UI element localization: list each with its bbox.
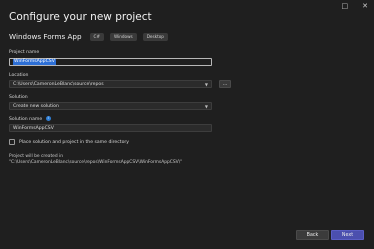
window-controls: □ ✕ (342, 3, 369, 10)
solution-dropdown[interactable]: Create new solution ▼ (9, 102, 212, 110)
location-value: C:\Users\CameronLeBlanc\source\repos (13, 81, 104, 87)
project-name-label: Project name (9, 50, 40, 55)
template-summary: Windows Forms App C# Windows Desktop (9, 32, 168, 41)
solution-name-label: Solution name (9, 117, 43, 122)
maximize-icon[interactable]: □ (342, 3, 349, 10)
info-icon[interactable]: i (45, 116, 51, 121)
chevron-down-icon: ▼ (204, 82, 208, 87)
tag-project-type: Desktop (142, 32, 168, 41)
close-icon[interactable]: ✕ (362, 3, 368, 10)
project-name-input[interactable]: WinFormsAppCSV (9, 58, 212, 66)
chevron-down-icon: ▼ (204, 104, 208, 109)
location-combobox[interactable]: C:\Users\CameronLeBlanc\source\repos ▼ (9, 80, 212, 88)
project-name-value: WinFormsAppCSV (13, 59, 56, 65)
same-directory-label: Place solution and project in the same d… (19, 139, 129, 145)
back-button[interactable]: Back (296, 230, 329, 240)
project-path-note: Project will be created in "C:\Users\Cam… (9, 154, 183, 165)
tag-language: C# (89, 32, 104, 41)
page-title: Configure your new project (9, 11, 152, 23)
tag-platform: Windows (109, 32, 137, 41)
solution-name-input[interactable]: WinFormsAppCSV (9, 124, 212, 132)
same-directory-option[interactable]: Place solution and project in the same d… (9, 139, 129, 145)
solution-value: Create new solution (13, 103, 59, 109)
location-label: Location (9, 73, 29, 78)
solution-label: Solution (9, 95, 28, 100)
solution-name-label-row: Solution name i (9, 116, 51, 122)
browse-button[interactable]: ... (219, 80, 231, 88)
solution-name-value: WinFormsAppCSV (13, 125, 54, 131)
template-name: Windows Forms App (9, 32, 82, 41)
next-button[interactable]: Next (331, 230, 364, 240)
same-directory-checkbox[interactable] (9, 139, 15, 145)
